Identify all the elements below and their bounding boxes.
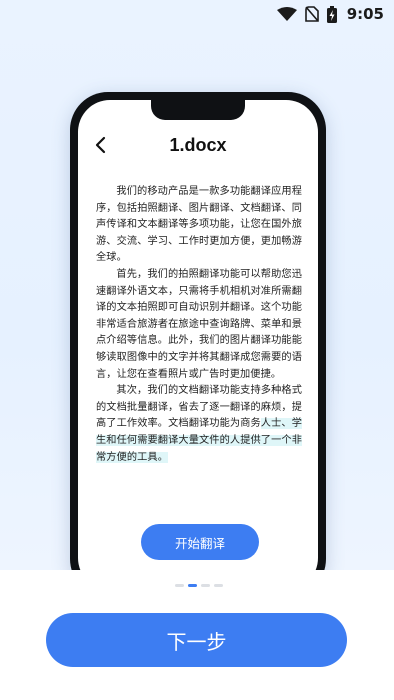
page-dot-active (188, 584, 197, 587)
page-dot (214, 584, 223, 587)
no-sim-icon (304, 6, 319, 22)
document-title: 1.docx (169, 134, 227, 155)
battery-charging-icon (326, 5, 337, 23)
document-paragraph: 首先，我们的拍照翻译功能可以帮助您迅速翻译外语文本，只需将手机相机对准所需翻译的… (96, 268, 302, 380)
wifi-icon (276, 7, 297, 21)
phone-notch (151, 96, 245, 120)
page-dot (175, 584, 184, 587)
start-translate-button[interactable]: 开始翻译 (141, 524, 259, 560)
next-step-button[interactable]: 下一步 (46, 613, 347, 667)
page-dot (201, 584, 210, 587)
phone-screen: 1.docx 我们的移动产品是一款多功能翻译应用程序，包括拍照翻译、图片翻译、文… (78, 100, 318, 590)
chevron-left-icon[interactable] (92, 133, 112, 157)
page-indicator (175, 584, 223, 587)
document-paragraph: 我们的移动产品是一款多功能翻译应用程序，包括拍照翻译、图片翻译、文档翻译、同声传… (96, 186, 302, 264)
phone-header: 1.docx (78, 132, 318, 158)
document-content: 我们的移动产品是一款多功能翻译应用程序，包括拍照翻译、图片翻译、文档翻译、同声传… (96, 184, 302, 466)
status-time: 9:05 (346, 5, 384, 23)
status-bar: 9:05 (0, 0, 394, 28)
document-paragraph: 其次，我们的文档翻译功能支持多种格式的文档批量翻译，省去了逐一翻译的麻烦，提高了… (96, 383, 302, 466)
